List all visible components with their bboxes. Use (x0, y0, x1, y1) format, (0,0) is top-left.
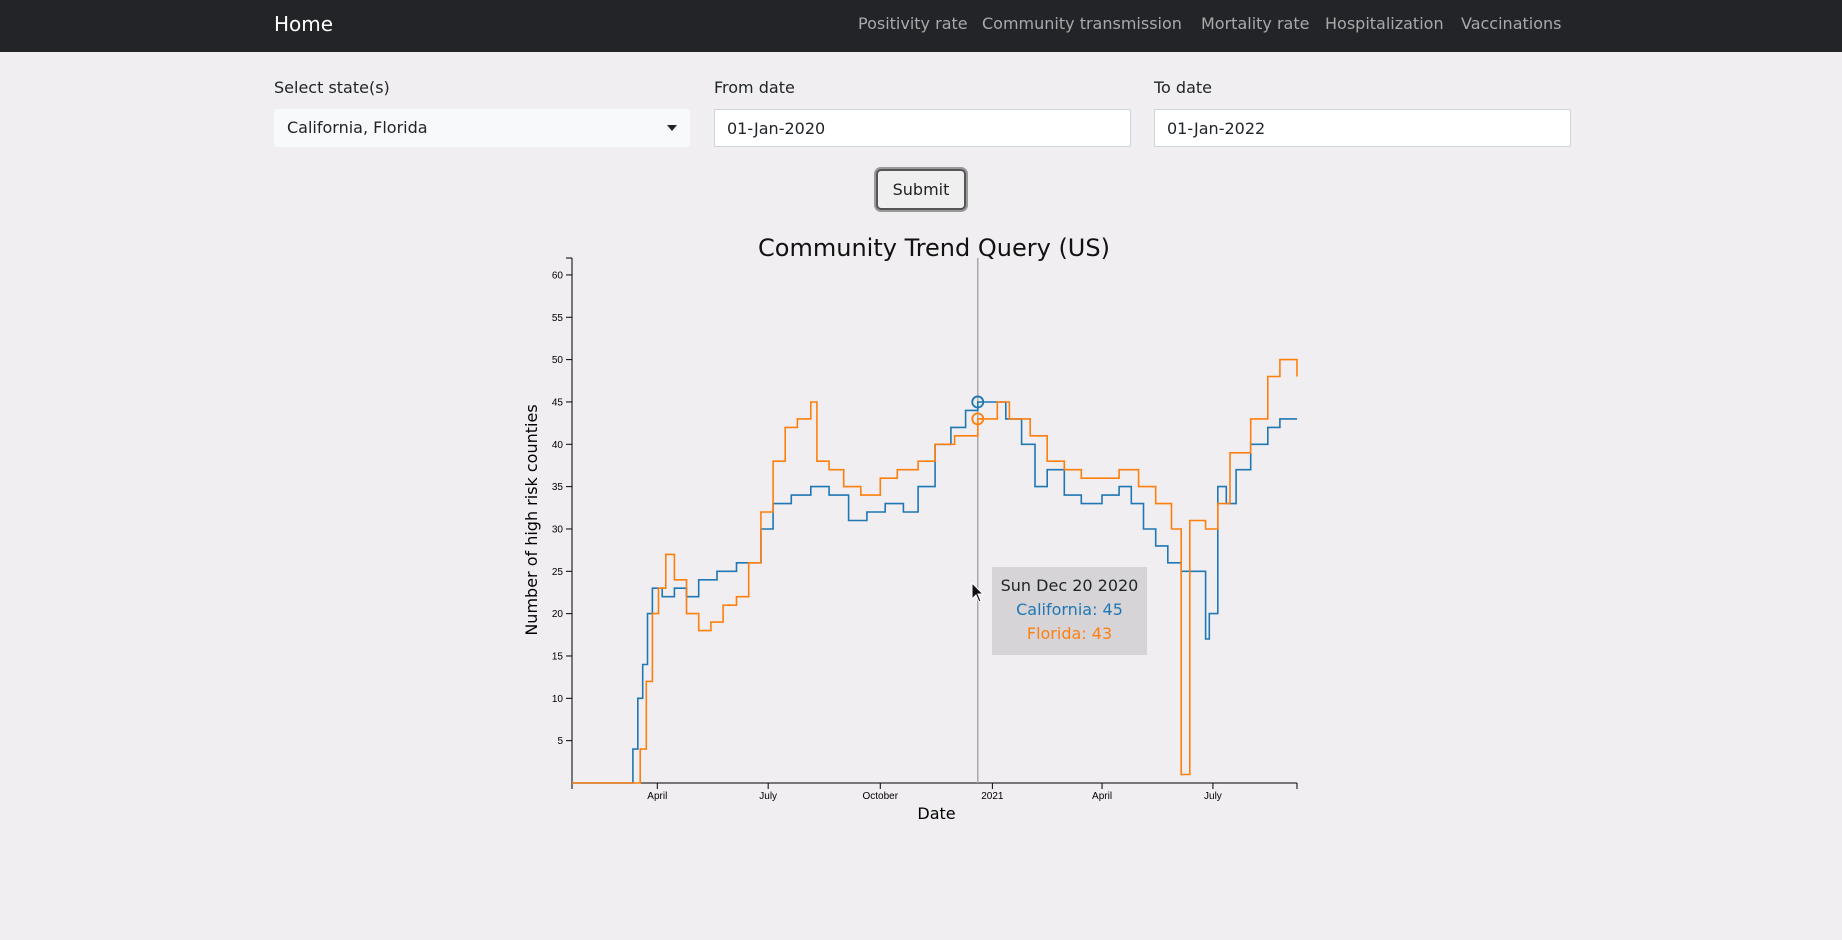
y-tick-label: 50 (552, 355, 564, 366)
tooltip-date: Sun Dec 20 2020 (1000, 576, 1139, 595)
y-axis-label: Number of high risk counties (522, 404, 541, 635)
y-tick-label: 60 (552, 270, 564, 281)
x-tick-label: April (1092, 791, 1112, 802)
x-tick-label: July (759, 791, 777, 802)
x-tick-label: April (647, 791, 667, 802)
y-tick-label: 45 (552, 397, 564, 408)
x-tick-label: 2021 (981, 791, 1004, 802)
y-tick-label: 40 (552, 440, 564, 451)
y-tick-label: 20 (552, 609, 564, 620)
x-tick-label: July (1204, 791, 1222, 802)
y-tick-label: 25 (552, 567, 564, 578)
y-tick-label: 30 (552, 524, 564, 535)
hover-tooltip: Sun Dec 20 2020 California: 45 Florida: … (992, 567, 1147, 655)
tooltip-florida: Florida: 43 (1026, 624, 1113, 643)
y-tick-label: 15 (552, 651, 564, 662)
trend-chart[interactable]: 5 10 15 20 25 30 35 40 45 50 55 60 April July October 2… (0, 0, 1842, 940)
y-tick-label: 55 (552, 313, 564, 324)
x-axis-label: Date (917, 804, 955, 823)
y-tick-label: 10 (552, 694, 564, 705)
y-tick-label: 35 (552, 482, 564, 493)
y-tick-label: 5 (557, 736, 563, 747)
tooltip-california: California: 45 (1016, 600, 1123, 619)
mouse-cursor-icon (971, 582, 985, 603)
x-tick-label: October (862, 791, 898, 802)
